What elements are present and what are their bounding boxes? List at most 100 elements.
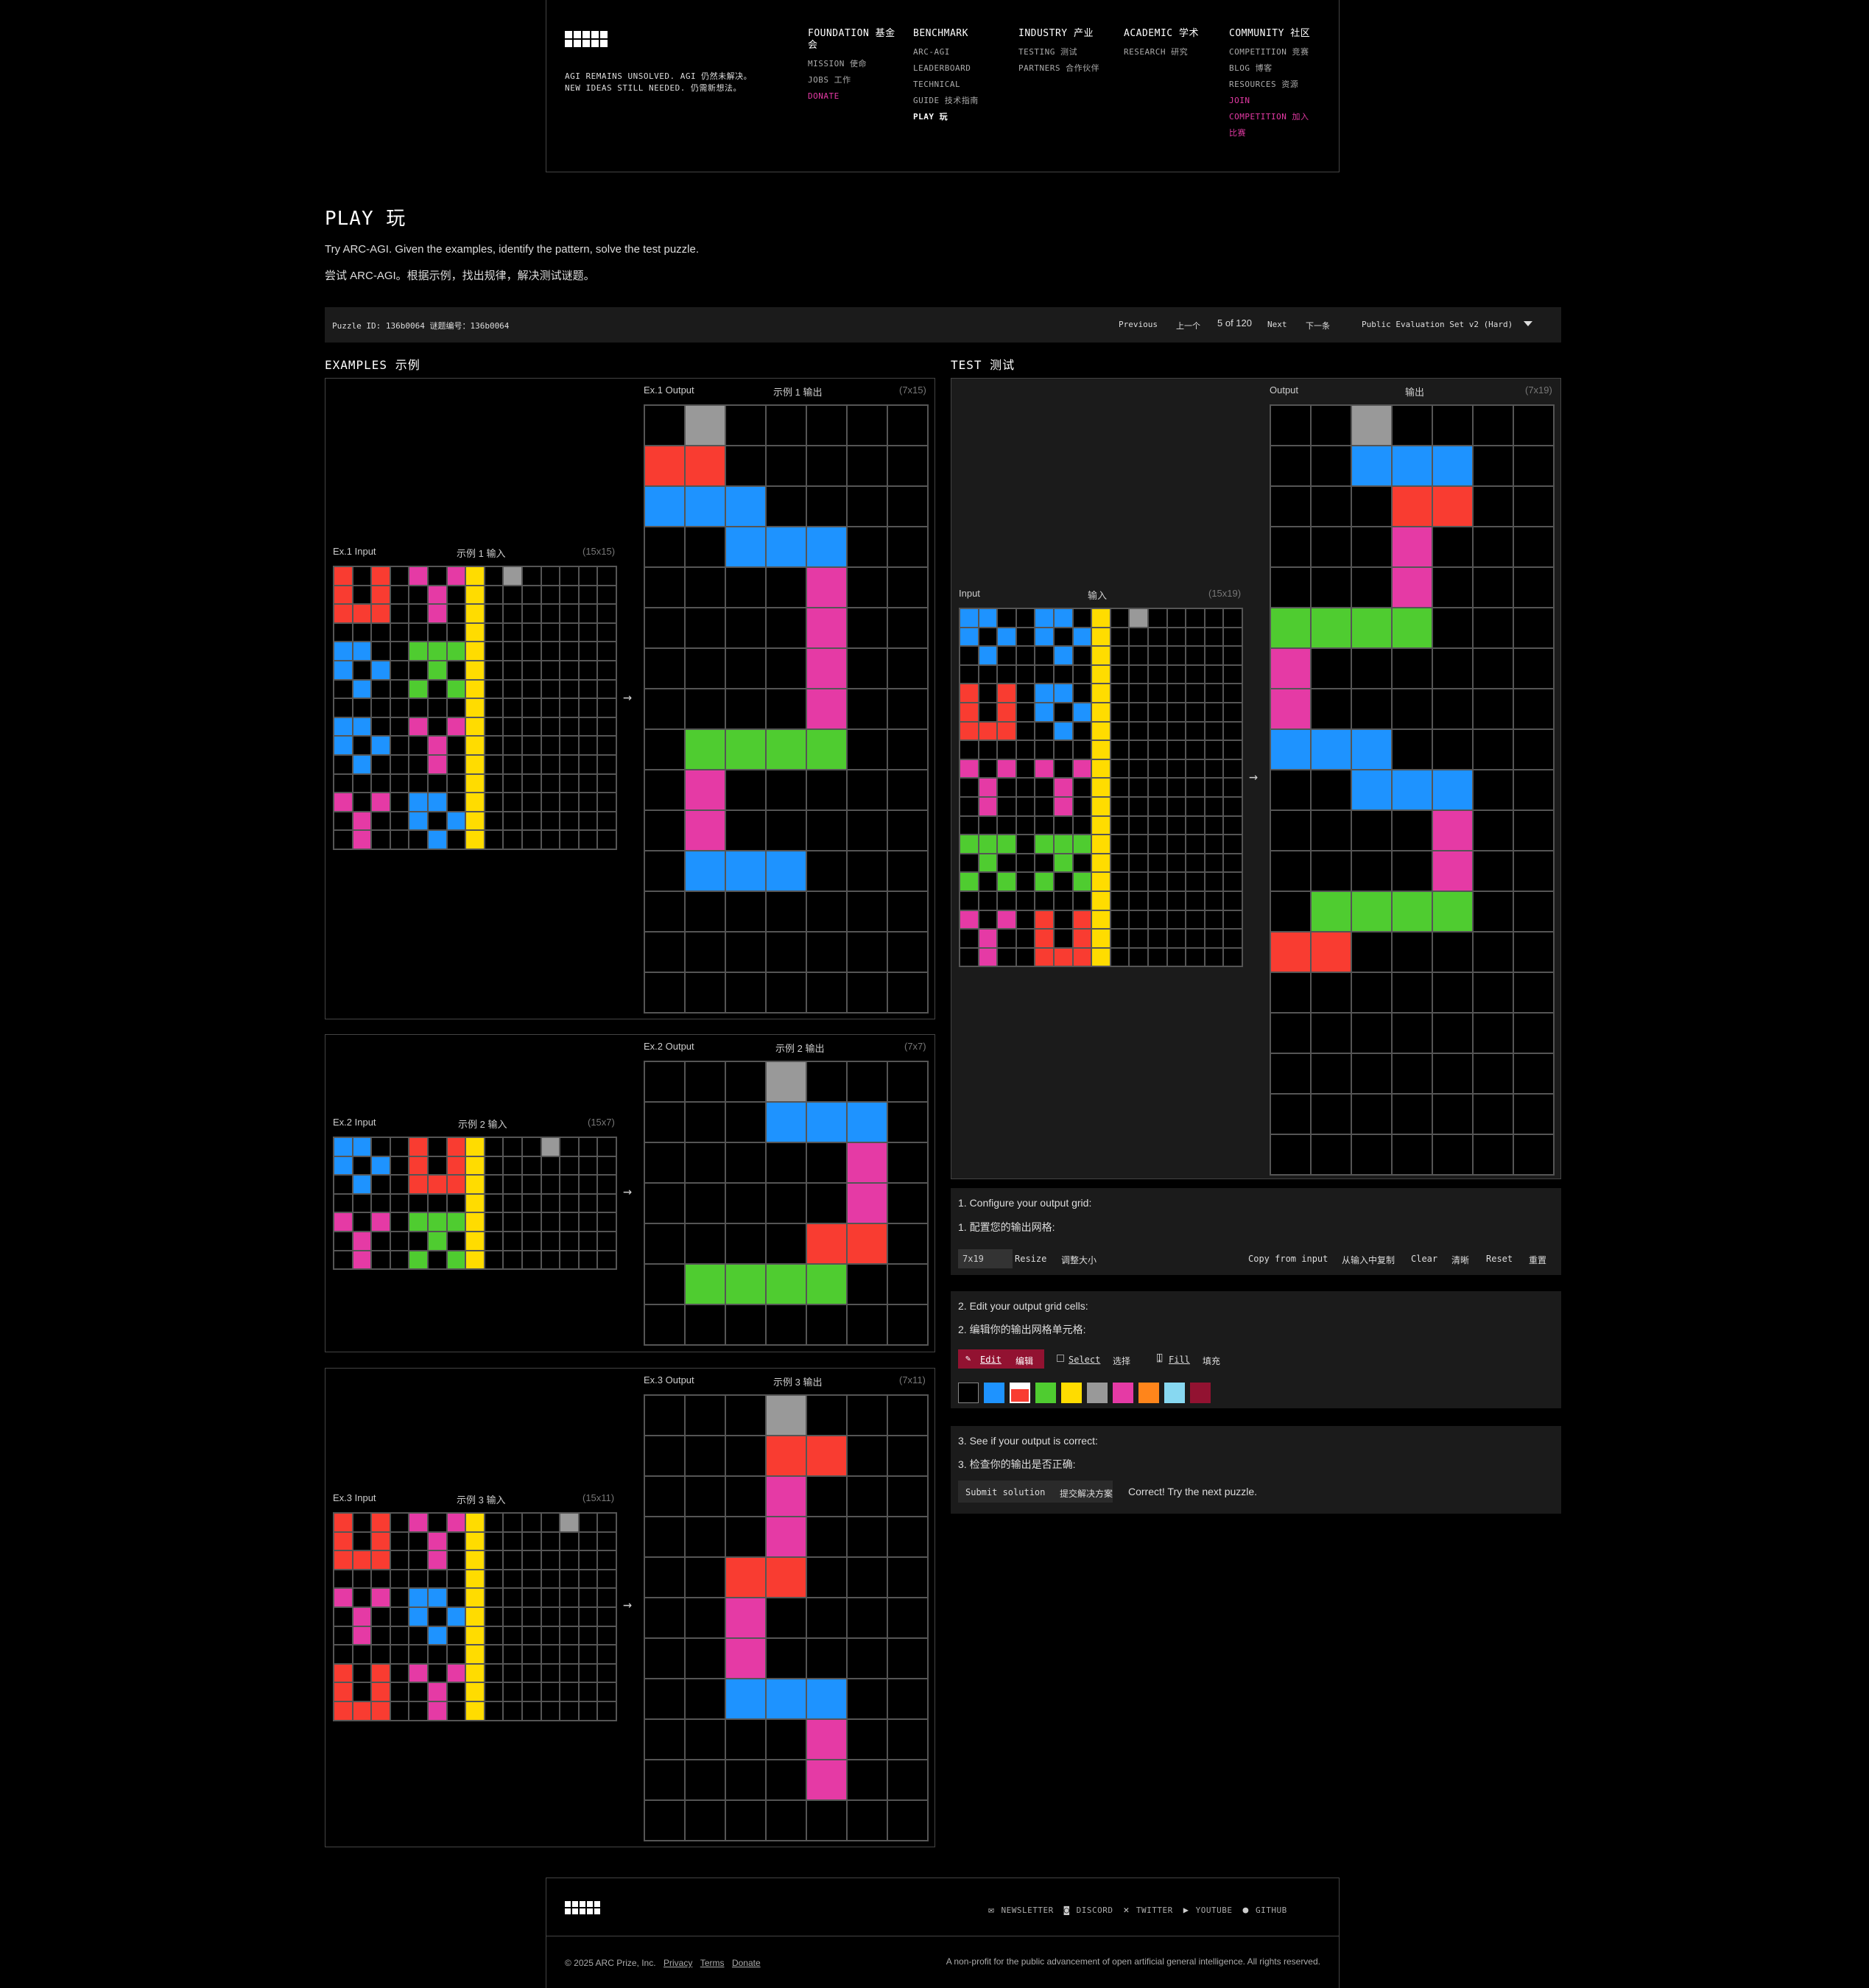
- github-link[interactable]: ● GITHUB: [1243, 1902, 1287, 1916]
- grid-cell[interactable]: [1351, 770, 1392, 810]
- grid-cell[interactable]: [1311, 1053, 1351, 1094]
- grid-cell[interactable]: [1432, 729, 1473, 770]
- nav-competition[interactable]: COMPETITION 竞赛: [1229, 44, 1325, 60]
- grid-cell[interactable]: [1351, 1134, 1392, 1175]
- grid-cell[interactable]: [1473, 1053, 1513, 1094]
- grid-cell[interactable]: [1432, 891, 1473, 932]
- grid-cell[interactable]: [1270, 567, 1311, 608]
- grid-cell[interactable]: [1311, 405, 1351, 446]
- submit-solution-button[interactable]: Submit solution 提交解决方案: [958, 1481, 1113, 1503]
- copy-from-input-button-zh[interactable]: 从输入中复制: [1342, 1254, 1395, 1266]
- grid-cell[interactable]: [1351, 527, 1392, 567]
- grid-cell[interactable]: [1392, 648, 1432, 689]
- grid-cell[interactable]: [1311, 689, 1351, 729]
- grid-cell[interactable]: [1432, 972, 1473, 1013]
- grid-cell[interactable]: [1392, 446, 1432, 486]
- grid-cell[interactable]: [1432, 608, 1473, 648]
- select-mode-button[interactable]: Select 选择: [1057, 1352, 1160, 1368]
- resize-button-zh[interactable]: 调整大小: [1061, 1254, 1097, 1266]
- grid-cell[interactable]: [1513, 446, 1554, 486]
- grid-cell[interactable]: [1473, 608, 1513, 648]
- grid-cell[interactable]: [1270, 729, 1311, 770]
- grid-cell[interactable]: [1473, 446, 1513, 486]
- copy-from-input-button[interactable]: Copy from input: [1248, 1254, 1328, 1264]
- grid-cell[interactable]: [1513, 1134, 1554, 1175]
- grid-cell[interactable]: [1270, 1094, 1311, 1134]
- color-swatch-orange[interactable]: [1138, 1383, 1159, 1403]
- grid-cell[interactable]: [1351, 567, 1392, 608]
- grid-cell[interactable]: [1473, 689, 1513, 729]
- grid-cell[interactable]: [1473, 729, 1513, 770]
- nav-arc-agi[interactable]: ARC-AGI: [913, 44, 1013, 60]
- grid-cell[interactable]: [1473, 1013, 1513, 1053]
- grid-cell[interactable]: [1432, 932, 1473, 972]
- color-swatch-magenta[interactable]: [1113, 1383, 1133, 1403]
- grid-cell[interactable]: [1351, 446, 1392, 486]
- color-swatch-gray[interactable]: [1087, 1383, 1108, 1403]
- test-output-grid[interactable]: [1270, 404, 1555, 1176]
- discord-link[interactable]: ◙ DISCORD: [1064, 1902, 1113, 1916]
- grid-cell[interactable]: [1270, 932, 1311, 972]
- grid-cell[interactable]: [1270, 648, 1311, 689]
- grid-cell[interactable]: [1311, 446, 1351, 486]
- grid-cell[interactable]: [1351, 729, 1392, 770]
- grid-cell[interactable]: [1351, 486, 1392, 527]
- grid-cell[interactable]: [1392, 527, 1432, 567]
- grid-cell[interactable]: [1270, 770, 1311, 810]
- grid-cell[interactable]: [1432, 527, 1473, 567]
- nav-mission[interactable]: MISSION 使命: [808, 56, 902, 72]
- reset-button-zh[interactable]: 重置: [1529, 1254, 1546, 1266]
- grid-cell[interactable]: [1311, 891, 1351, 932]
- grid-cell[interactable]: [1513, 770, 1554, 810]
- grid-cell[interactable]: [1473, 648, 1513, 689]
- grid-cell[interactable]: [1311, 729, 1351, 770]
- grid-cell[interactable]: [1392, 567, 1432, 608]
- grid-cell[interactable]: [1432, 851, 1473, 891]
- resize-button[interactable]: Resize: [1015, 1254, 1046, 1264]
- grid-cell[interactable]: [1270, 851, 1311, 891]
- grid-cell[interactable]: [1473, 770, 1513, 810]
- grid-cell[interactable]: [1473, 405, 1513, 446]
- grid-cell[interactable]: [1270, 1134, 1311, 1175]
- color-swatch-maroon[interactable]: [1190, 1383, 1211, 1403]
- grid-cell[interactable]: [1311, 1094, 1351, 1134]
- grid-size-input[interactable]: [958, 1249, 1013, 1268]
- grid-cell[interactable]: [1432, 648, 1473, 689]
- grid-cell[interactable]: [1351, 648, 1392, 689]
- arc-logo[interactable]: [565, 31, 608, 47]
- color-swatch-green[interactable]: [1035, 1383, 1056, 1403]
- grid-cell[interactable]: [1392, 729, 1432, 770]
- grid-cell[interactable]: [1351, 405, 1392, 446]
- grid-cell[interactable]: [1351, 608, 1392, 648]
- nav-leaderboard[interactable]: LEADERBOARD: [913, 60, 1013, 77]
- nav-jobs[interactable]: JOBS 工作: [808, 72, 902, 88]
- grid-cell[interactable]: [1392, 689, 1432, 729]
- grid-cell[interactable]: [1392, 486, 1432, 527]
- grid-cell[interactable]: [1432, 1053, 1473, 1094]
- grid-cell[interactable]: [1270, 1013, 1311, 1053]
- grid-cell[interactable]: [1473, 972, 1513, 1013]
- nav-join-match[interactable]: 比赛: [1229, 125, 1325, 141]
- grid-cell[interactable]: [1513, 648, 1554, 689]
- nav-join-competition[interactable]: COMPETITION 加入: [1229, 109, 1325, 125]
- donate-link[interactable]: Donate: [732, 1958, 761, 1968]
- grid-cell[interactable]: [1311, 932, 1351, 972]
- grid-cell[interactable]: [1311, 648, 1351, 689]
- fill-mode-button[interactable]: ⍗ Fill 填充: [1157, 1352, 1253, 1368]
- grid-cell[interactable]: [1473, 1134, 1513, 1175]
- clear-button[interactable]: Clear: [1411, 1254, 1437, 1264]
- grid-cell[interactable]: [1311, 1013, 1351, 1053]
- nav-resources[interactable]: RESOURCES 资源: [1229, 77, 1325, 93]
- grid-cell[interactable]: [1473, 1094, 1513, 1134]
- grid-cell[interactable]: [1392, 810, 1432, 851]
- grid-cell[interactable]: [1351, 851, 1392, 891]
- grid-cell[interactable]: [1392, 891, 1432, 932]
- grid-cell[interactable]: [1351, 689, 1392, 729]
- grid-cell[interactable]: [1513, 1013, 1554, 1053]
- grid-cell[interactable]: [1311, 527, 1351, 567]
- grid-cell[interactable]: [1473, 527, 1513, 567]
- grid-cell[interactable]: [1270, 527, 1311, 567]
- grid-cell[interactable]: [1351, 1094, 1392, 1134]
- previous-button[interactable]: Previous: [1119, 320, 1158, 329]
- grid-cell[interactable]: [1351, 1053, 1392, 1094]
